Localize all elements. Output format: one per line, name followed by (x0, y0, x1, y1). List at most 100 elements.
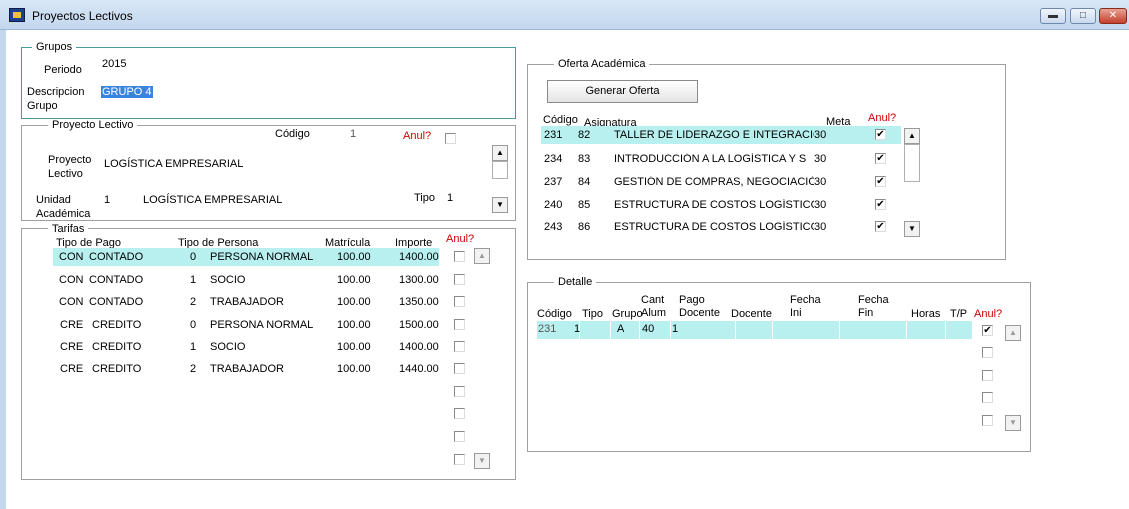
oferta-cell-codigo: 231 (544, 129, 563, 141)
tarifas-cell-matricula: 100.00 (337, 296, 371, 308)
tarifas-anul-checkbox[interactable] (454, 363, 465, 374)
unidad-code[interactable]: 1 (104, 194, 110, 206)
oferta-scroll-up[interactable]: ▲ (904, 128, 920, 144)
detalle-cell-cant: 40 (642, 323, 655, 335)
tarifas-anul-checkbox[interactable] (454, 251, 465, 262)
oferta-cell-asignatura: INTRODUCCIÓN A LA LOGÍSTICA Y S (614, 153, 807, 165)
detalle-header-pago: Pago (679, 294, 705, 306)
proyecto-label-2: Lectivo (48, 168, 83, 180)
tarifas-scroll-down[interactable]: ▼ (474, 453, 490, 469)
minimize-button[interactable]: ▬ (1040, 8, 1066, 24)
tarifas-cell-importe: 1400.00 (399, 251, 439, 263)
tarifas-cell-n: 2 (190, 296, 197, 308)
maximize-button[interactable]: □ (1070, 8, 1096, 24)
tarifas-cell-pago: CONTADO (89, 274, 144, 286)
detalle-header-pago-docente: Docente (679, 307, 720, 319)
tarifas-header-anul: Anul? (446, 233, 475, 245)
close-button[interactable]: ✕ (1099, 8, 1127, 24)
oferta-cell-meta: 30 (814, 199, 827, 211)
proyecto-scrollbar[interactable] (492, 161, 508, 179)
proyecto-anul-checkbox[interactable] (445, 133, 456, 144)
oferta-scroll-down[interactable]: ▼ (904, 221, 920, 237)
detalle-anul-checkbox[interactable] (982, 347, 993, 358)
tarifas-anul-checkbox[interactable] (454, 408, 465, 419)
tarifas-cell-pago: CONTADO (89, 296, 144, 308)
descripcion-input[interactable]: GRUPO 4 (101, 86, 153, 98)
tarifas-cell-persona: SOCIO (210, 274, 246, 286)
detalle-scroll-down[interactable]: ▼ (1005, 415, 1021, 431)
oferta-anul-checkbox[interactable] (875, 221, 886, 232)
detalle-cell-bg (773, 321, 839, 339)
generar-oferta-button[interactable]: Generar Oferta (547, 80, 698, 103)
tarifas-anul-checkbox[interactable] (454, 454, 465, 465)
oferta-anul-checkbox[interactable] (875, 129, 886, 140)
proyecto-legend: Proyecto Lectivo (48, 119, 138, 131)
detalle-cell-grupo: A (617, 323, 625, 335)
oferta-group: Oferta Académica Generar Oferta Código A… (527, 58, 1006, 260)
detalle-cell-pago: 1 (672, 323, 679, 335)
proyecto-value[interactable]: LOGÍSTICA EMPRESARIAL (104, 158, 243, 170)
tarifas-anul-checkbox[interactable] (454, 431, 465, 442)
tarifas-cell-importe: 1440.00 (399, 363, 439, 375)
detalle-anul-checkbox[interactable] (982, 415, 993, 426)
tarifas-cell-cod: CON (59, 251, 84, 263)
oferta-scrollbar[interactable] (904, 144, 920, 182)
descripcion-label-1: Descripcion (27, 86, 85, 98)
descripcion-value: GRUPO 4 (101, 86, 153, 98)
oferta-cell-meta: 30 (814, 129, 827, 141)
oferta-cell-num: 82 (578, 129, 591, 141)
oferta-anul-checkbox[interactable] (875, 176, 886, 187)
unidad-value[interactable]: LOGÍSTICA EMPRESARIAL (143, 194, 282, 206)
tarifas-anul-checkbox[interactable] (454, 386, 465, 397)
tarifas-anul-checkbox[interactable] (454, 319, 465, 330)
codigo-value[interactable]: 1 (350, 128, 356, 140)
detalle-header-ini: Ini (790, 307, 802, 319)
oferta-cell-asignatura: TALLER DE LIDERAZGO E INTEGRACIÓ (614, 129, 814, 141)
oferta-anul-checkbox[interactable] (875, 199, 886, 210)
tarifas-cell-n: 2 (190, 363, 197, 375)
detalle-header-horas: Horas (911, 308, 941, 320)
oferta-cell-num: 83 (578, 153, 591, 165)
tarifas-cell-pago: CREDITO (92, 341, 142, 353)
tarifas-cell-persona: PERSONA NORMAL (210, 251, 314, 263)
tarifas-cell-cod: CON (59, 296, 84, 308)
tarifas-scroll-up[interactable]: ▲ (474, 248, 490, 264)
detalle-cell-bg (736, 321, 772, 339)
tarifas-cell-persona: TRABAJADOR (210, 363, 284, 375)
oferta-cell-num: 86 (578, 221, 591, 233)
tarifas-group: Tarifas Tipo de Pago Tipo de Persona Mat… (21, 223, 516, 480)
tarifas-cell-matricula: 100.00 (337, 319, 371, 331)
detalle-anul-checkbox[interactable] (982, 325, 993, 336)
periodo-label: Periodo (44, 64, 82, 76)
tarifas-anul-checkbox[interactable] (454, 296, 465, 307)
detalle-header-cant: Cant (641, 294, 665, 306)
tarifas-legend: Tarifas (48, 223, 89, 235)
periodo-value[interactable]: 2015 (102, 58, 126, 70)
tarifas-cell-n: 1 (190, 341, 197, 353)
oferta-cell-codigo: 234 (544, 153, 563, 165)
oferta-cell-codigo: 240 (544, 199, 563, 211)
detalle-anul-checkbox[interactable] (982, 392, 993, 403)
tarifas-anul-checkbox[interactable] (454, 274, 465, 285)
detalle-anul-checkbox[interactable] (982, 370, 993, 381)
oferta-cell-codigo: 237 (544, 176, 563, 188)
tarifas-anul-checkbox[interactable] (454, 341, 465, 352)
tipo-value[interactable]: 1 (447, 192, 453, 204)
tarifas-cell-n: 1 (190, 274, 197, 286)
tipo-label: Tipo (414, 192, 435, 204)
detalle-cell-bg (840, 321, 906, 339)
detalle-cell-tipo: 1 (574, 323, 581, 335)
detalle-cell-codigo: 231 (538, 323, 557, 335)
oferta-cell-asignatura: GESTIÓN DE COMPRAS, NEGOCIACIÓ (614, 176, 814, 188)
detalle-scroll-up[interactable]: ▲ (1005, 325, 1021, 341)
unidad-label-1: Unidad (36, 194, 71, 206)
detalle-header-docente: Docente (731, 308, 772, 320)
oferta-cell-meta: 30 (814, 176, 827, 188)
oferta-legend: Oferta Académica (554, 58, 650, 70)
tarifas-cell-pago: CREDITO (92, 363, 142, 375)
oferta-anul-checkbox[interactable] (875, 153, 886, 164)
unidad-label-2: Académica (36, 208, 91, 220)
proyecto-scroll-up[interactable]: ▲ (492, 145, 508, 161)
tarifas-cell-matricula: 100.00 (337, 274, 371, 286)
proyecto-scroll-down[interactable]: ▼ (492, 197, 508, 213)
